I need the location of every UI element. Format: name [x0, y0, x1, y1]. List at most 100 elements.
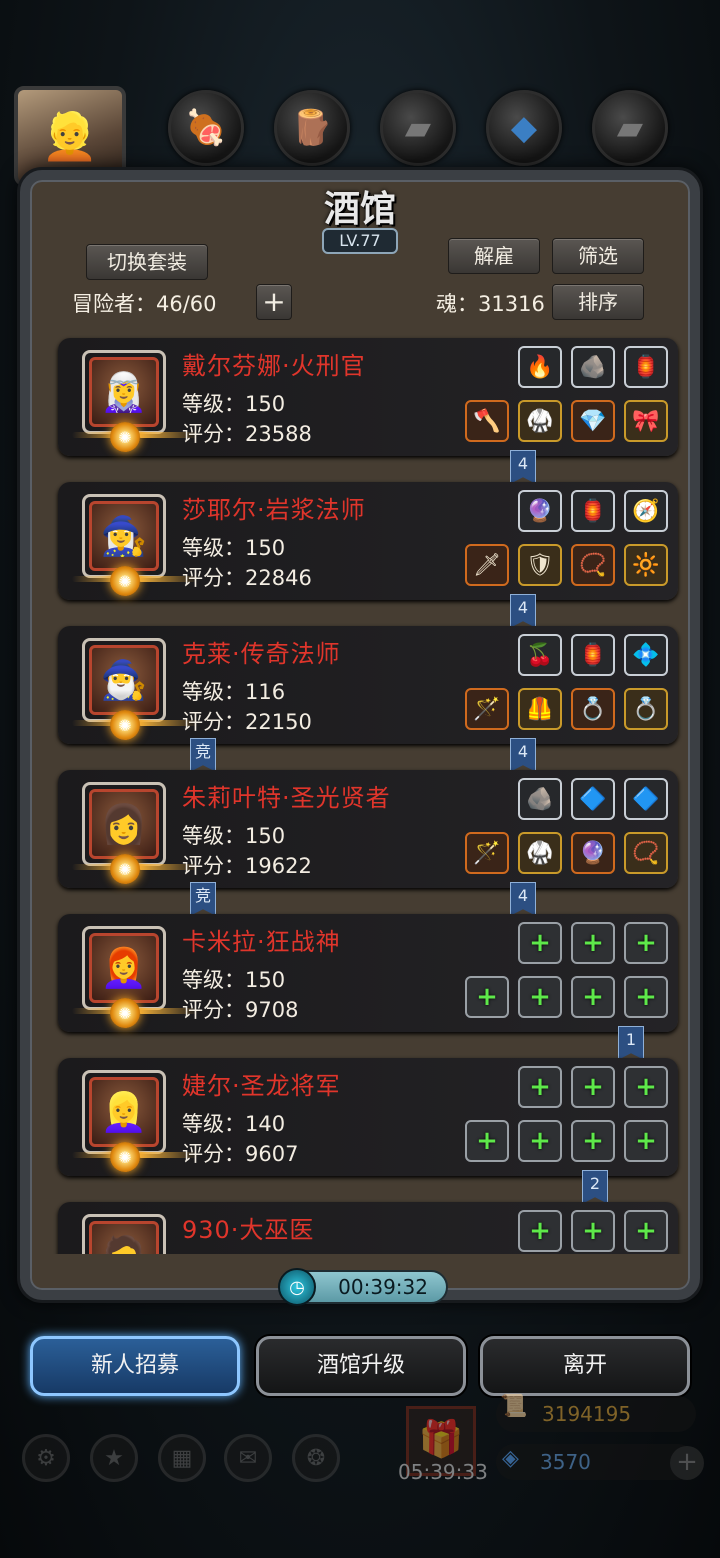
leave-button[interactable]: 离开	[480, 1336, 690, 1396]
recruit-button[interactable]: 新人招募	[30, 1336, 240, 1396]
gear-slot[interactable]: 🔮	[571, 832, 615, 874]
gear-slot[interactable]: 🪨	[518, 778, 562, 820]
plus-icon: +	[635, 1216, 657, 1246]
switch-outfit-button[interactable]: 切换套装	[86, 244, 208, 280]
plus-icon: +	[529, 928, 551, 958]
gear-slot[interactable]: 🧭	[624, 490, 668, 532]
sort-button[interactable]: 排序	[552, 284, 644, 320]
plus-icon: +	[582, 982, 604, 1012]
gear-slot[interactable]: 📿	[571, 544, 615, 586]
hero-card[interactable]: 🧝‍♀️ ✺ 戴尔芬娜·火刑官 等级：150 评分：23588 🔥 🪨 🏮 🪓 🥋 💎 🎀	[58, 338, 678, 456]
gear-slot[interactable]: 🍒	[518, 634, 562, 676]
hero-name: 930·大巫医	[182, 1216, 315, 1244]
star-count-banner: 4	[510, 594, 536, 628]
gear-slot[interactable]: 🥋	[518, 400, 562, 442]
anvil-tab[interactable]: ▰	[592, 90, 668, 166]
empty-gear-slot[interactable]: +	[571, 1120, 615, 1162]
hero-portrait[interactable]: 🧔	[82, 1214, 166, 1254]
empty-gear-slot[interactable]: +	[624, 1120, 668, 1162]
empty-gear-slot[interactable]: +	[571, 976, 615, 1018]
gear-slot[interactable]: 🔷	[624, 778, 668, 820]
gear-slot[interactable]: 🔷	[571, 778, 615, 820]
hero-score: 评分：23588	[182, 422, 312, 446]
hero-avatar: 🧙‍♂️	[89, 645, 159, 715]
settings-icon: ⚙	[22, 1434, 70, 1482]
gear-slot[interactable]: 🛡	[518, 544, 562, 586]
empty-gear-slot[interactable]: +	[518, 1210, 562, 1252]
gear-slot[interactable]: 🎀	[624, 400, 668, 442]
gear-slot[interactable]: 🪨	[571, 346, 615, 388]
equipment-icon: 🍒	[526, 642, 554, 668]
empty-gear-slot[interactable]: +	[624, 1210, 668, 1252]
equipment-icon: 🎀	[632, 408, 660, 434]
hero-avatar: 🧝‍♀️	[89, 357, 159, 427]
hero-name: 戴尔芬娜·火刑官	[182, 352, 366, 380]
gear-slot[interactable]: 💠	[624, 634, 668, 676]
equipment-icon: 🪄	[473, 840, 501, 866]
hero-card[interactable]: 🧙‍♂️ ✺ 克莱·传奇法师 等级：116 评分：22150 🍒 🏮 💠 🪄 🦺 💍 💍	[58, 626, 678, 744]
equipment-icon: 🛡	[526, 552, 554, 578]
gear-slot[interactable]: 🥋	[518, 832, 562, 874]
empty-gear-slot[interactable]: +	[571, 922, 615, 964]
empty-gear-slot[interactable]: +	[465, 976, 509, 1018]
equipment-icon: 🔮	[526, 498, 554, 524]
gear-slot[interactable]: 🪄	[465, 688, 509, 730]
dismiss-button[interactable]: 解雇	[448, 238, 540, 274]
empty-gear-slot[interactable]: +	[518, 1120, 562, 1162]
gear-slot[interactable]: 💍	[624, 688, 668, 730]
equipment-icon: 🔆	[632, 552, 660, 578]
gear-slot[interactable]: 🏮	[624, 346, 668, 388]
upgrade-tavern-button[interactable]: 酒馆升级	[256, 1336, 466, 1396]
gift-timer: 05:39:33	[398, 1460, 488, 1484]
crystal-tab[interactable]: ◆	[486, 90, 562, 166]
hero-list[interactable]: 🧝‍♀️ ✺ 戴尔芬娜·火刑官 等级：150 评分：23588 🔥 🪨 🏮 🪓 🥋 💎 🎀 4 🧙‍♀️ ✺…	[36, 330, 686, 1254]
empty-gear-slot[interactable]: +	[624, 1066, 668, 1108]
hero-card[interactable]: 🧔✺930·大巫医+++	[58, 1202, 678, 1254]
gear-slot[interactable]: 🗡	[465, 544, 509, 586]
clock-icon: ◷	[278, 1268, 316, 1306]
lumber-icon: 🪵	[290, 108, 334, 148]
gear-slot[interactable]: 🔮	[518, 490, 562, 532]
plus-icon: +	[529, 1126, 551, 1156]
plus-icon: +	[529, 982, 551, 1012]
hero-avatar: 👱‍♀️	[89, 1077, 159, 1147]
hero-level: 等级：116	[182, 680, 286, 704]
hero-name: 婕尔·圣龙将军	[182, 1072, 341, 1100]
add-capacity-button[interactable]: +	[256, 284, 292, 320]
equipment-icon: 🔷	[579, 786, 607, 812]
gear-slot[interactable]: 🔥	[518, 346, 562, 388]
filter-button[interactable]: 筛选	[552, 238, 644, 274]
plus-icon: +	[635, 1126, 657, 1156]
gear-slot[interactable]: 📿	[624, 832, 668, 874]
hero-card[interactable]: 🧙‍♀️ ✺ 莎耶尔·岩浆法师 等级：150 评分：22846 🔮 🏮 🧭 🗡 🛡 📿 🔆	[58, 482, 678, 600]
gear-slot[interactable]: 🪓	[465, 400, 509, 442]
iron-tab[interactable]: ▰	[380, 90, 456, 166]
empty-gear-slot[interactable]: +	[518, 1066, 562, 1108]
hero-card[interactable]: 👩‍🦰 ✺ 卡米拉·狂战神 等级：150 评分：9708 + + + + + + +	[58, 914, 678, 1032]
gear-slot[interactable]: 🏮	[571, 634, 615, 676]
equipment-icon: 🏮	[579, 642, 607, 668]
sun-rank-icon: ✺	[110, 998, 140, 1028]
gear-slot[interactable]: 💍	[571, 688, 615, 730]
lumber-tab[interactable]: 🪵	[274, 90, 350, 166]
empty-gear-slot[interactable]: +	[518, 976, 562, 1018]
meat-tab[interactable]: 🍖	[168, 90, 244, 166]
equipment-icon: 💎	[579, 408, 607, 434]
gem-bar	[496, 1444, 696, 1480]
empty-gear-slot[interactable]: +	[518, 922, 562, 964]
gear-slot[interactable]: 🔆	[624, 544, 668, 586]
empty-gear-slot[interactable]: +	[624, 922, 668, 964]
hero-card[interactable]: 👩 ✺ 朱莉叶特·圣光贤者 等级：150 评分：19622 🪨 🔷 🔷 🪄 🥋 🔮 📿	[58, 770, 678, 888]
empty-gear-slot[interactable]: +	[571, 1066, 615, 1108]
empty-gear-slot[interactable]: +	[624, 976, 668, 1018]
sun-rank-icon: ✺	[110, 422, 140, 452]
hero-avatar: 👩	[89, 789, 159, 859]
gear-slot[interactable]: 🏮	[571, 490, 615, 532]
gear-slot[interactable]: 🪄	[465, 832, 509, 874]
empty-gear-slot[interactable]: +	[465, 1120, 509, 1162]
gear-slot[interactable]: 💎	[571, 400, 615, 442]
plus-icon: +	[476, 1126, 498, 1156]
empty-gear-slot[interactable]: +	[571, 1210, 615, 1252]
gear-slot[interactable]: 🦺	[518, 688, 562, 730]
hero-card[interactable]: 👱‍♀️ ✺ 婕尔·圣龙将军 等级：140 评分：9607 + + + + + + +	[58, 1058, 678, 1176]
